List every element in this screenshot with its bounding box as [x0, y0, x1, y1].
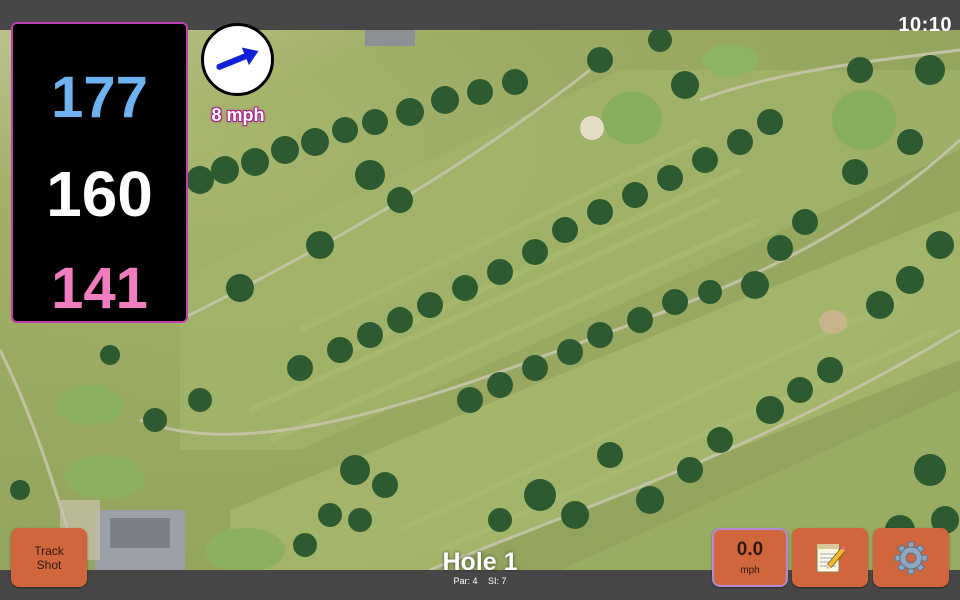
speed-button[interactable]: 0.0 mph: [712, 528, 788, 587]
notepad-icon: [816, 543, 845, 572]
stroke-index-label: SI: 7: [488, 576, 507, 586]
track-shot-button[interactable]: Track Shot: [11, 528, 87, 587]
wind-speed-label: 8 mph: [211, 105, 265, 125]
front-green-distance: 141: [51, 256, 148, 321]
arrow-icon: [216, 47, 259, 70]
hole-title: Hole 1: [442, 548, 518, 576]
middle-green-distance: 160: [46, 158, 153, 230]
speed-unit: mph: [740, 565, 760, 576]
speed-value: 0.0: [736, 539, 764, 560]
gear-icon: [894, 541, 928, 574]
distance-panel: 177 160 141: [11, 22, 188, 323]
settings-button[interactable]: [873, 528, 949, 587]
back-green-distance: 177: [51, 65, 148, 130]
track-shot-label-line1: Track: [34, 543, 64, 558]
par-label: Par: 4: [453, 576, 478, 586]
hole-info: Hole 1 Par: 4 SI: 7: [380, 548, 580, 586]
status-clock: 10:10: [898, 14, 952, 36]
track-shot-label-line2: Shot: [36, 557, 62, 572]
wind-compass: [201, 23, 274, 96]
scorecard-notes-button[interactable]: [792, 528, 868, 587]
hole-details: Par: 4 SI: 7: [380, 576, 580, 586]
